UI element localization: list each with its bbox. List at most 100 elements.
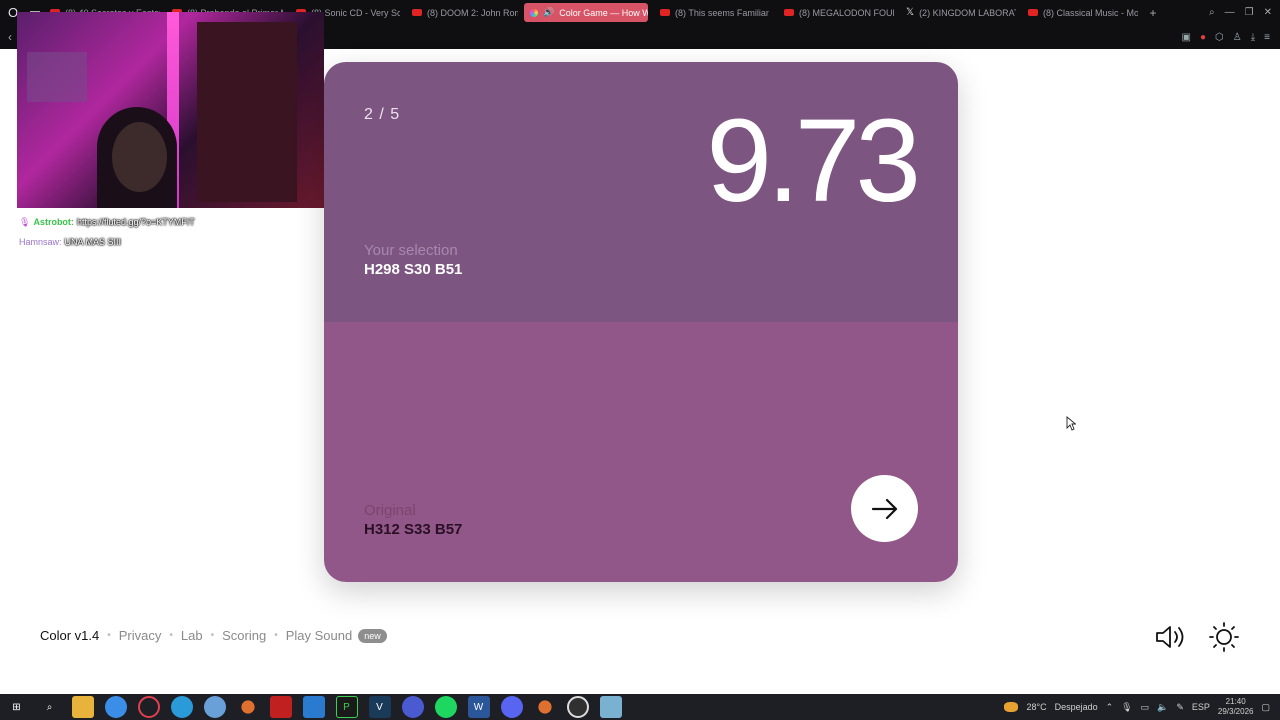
- spotify-icon[interactable]: [434, 696, 457, 718]
- pen-icon[interactable]: ✎: [1176, 702, 1184, 713]
- webcam-overlay: [17, 12, 324, 208]
- stream-chat: 🎙 Astrobot: https://fluted.gg/?o=KTYMFIT…: [19, 212, 319, 252]
- original-swatch: Original H312 S33 B57: [324, 322, 958, 582]
- tab[interactable]: (8) MEGALODON FOUND: [778, 3, 894, 22]
- separator-dot: •: [210, 630, 215, 641]
- chat-text: https://fluted.gg/?o=KTYMFIT: [76, 217, 195, 227]
- tab[interactable]: (8) This seems Familiar: [654, 3, 772, 22]
- windows-start-icon[interactable]: ⊞: [6, 696, 28, 718]
- scoring-link[interactable]: Scoring: [222, 628, 266, 643]
- lab-link[interactable]: Lab: [181, 628, 203, 643]
- windows-taskbar: ⊞ ⌕ P V W 28°C Despejado ⌃ 🎙 ▭ 🔈 ✎ ESP 2…: [0, 694, 1280, 720]
- pycharm-icon[interactable]: P: [335, 696, 358, 718]
- score: 9.73: [706, 95, 921, 227]
- weather-text: Despejado: [1054, 702, 1098, 712]
- language-indicator[interactable]: ESP: [1192, 702, 1210, 712]
- chevron-up-icon[interactable]: ⌃: [1106, 702, 1114, 713]
- monitor-icon[interactable]: ▭: [1141, 702, 1150, 713]
- chat-username: Hamnsaw:: [19, 237, 62, 247]
- tab-active[interactable]: 🔊 Color Game — How W: [524, 3, 648, 22]
- x-icon: 𝕏: [906, 7, 915, 18]
- selection-value: H298 S30 B51: [364, 261, 463, 278]
- extension-icon[interactable]: ⬡: [1215, 32, 1224, 43]
- back-icon[interactable]: ‹: [8, 30, 12, 44]
- minimize-icon[interactable]: —: [1225, 7, 1235, 18]
- app-icon[interactable]: [599, 696, 622, 718]
- mouse-cursor-icon: [1066, 416, 1076, 431]
- system-tray: 28°C Despejado ⌃ 🎙 ▭ 🔈 ✎ ESP 21:40 29/3/…: [1004, 697, 1280, 717]
- separator-dot: •: [107, 630, 111, 641]
- app-icon[interactable]: [401, 696, 424, 718]
- streamer-silhouette: [112, 122, 167, 192]
- new-tab-icon[interactable]: +: [1144, 6, 1162, 20]
- arrow-right-icon: [871, 498, 897, 519]
- next-button[interactable]: [851, 475, 918, 542]
- clock-time: 21:40: [1225, 697, 1246, 706]
- webcam-background: [27, 52, 87, 102]
- speaker-icon: 🔊: [543, 7, 555, 17]
- chat-text: UNA MAS SIII: [64, 237, 122, 247]
- profile-icon[interactable]: ♙: [1233, 32, 1242, 43]
- speaker-icon: [1156, 626, 1184, 648]
- word-icon[interactable]: W: [467, 696, 490, 718]
- round-counter: 2 / 5: [364, 106, 401, 123]
- webcam-background: [197, 22, 297, 202]
- clock-date: 29/3/2026: [1217, 707, 1254, 716]
- selection-label: Your selection: [364, 242, 458, 259]
- photos-icon[interactable]: [302, 696, 325, 718]
- search-icon[interactable]: ⌕: [39, 696, 61, 718]
- download-icon[interactable]: ⤓: [1251, 32, 1255, 43]
- opera-gx-icon[interactable]: [137, 696, 160, 718]
- search-icon[interactable]: ⌕: [1209, 7, 1215, 18]
- tab-label: (8) DOOM 2: John Romer: [427, 7, 518, 18]
- privacy-link[interactable]: Privacy: [119, 628, 162, 643]
- tab-label: (8) MEGALODON FOUND: [799, 7, 894, 18]
- chat-username: Astrobot:: [33, 217, 74, 227]
- edge-icon[interactable]: [170, 696, 193, 718]
- volume-icon[interactable]: 🔈: [1157, 702, 1168, 713]
- window-controls: ⌕ — ❐ ✕: [1209, 7, 1280, 18]
- translate-icon[interactable]: ▣: [1182, 32, 1191, 43]
- separator-dot: •: [169, 630, 173, 641]
- weather-temp: 28°C: [1026, 702, 1047, 712]
- obs-icon[interactable]: [566, 696, 589, 718]
- clock[interactable]: 21:40 29/3/2026: [1218, 697, 1254, 717]
- tab-label: (8) Classical Music - Mo: [1043, 7, 1138, 18]
- screen: O ▭ (8) 40 Secretos y Easter (8) Proband…: [0, 0, 1280, 720]
- app-icon[interactable]: [240, 700, 255, 714]
- app-icon[interactable]: [203, 696, 226, 718]
- theme-toggle-button[interactable]: [1207, 620, 1241, 654]
- tab-label: Color Game — How W: [559, 7, 648, 18]
- mic-icon[interactable]: 🎙: [1121, 702, 1132, 713]
- sun-icon: [1209, 622, 1239, 652]
- chat-message: 🎙 Astrobot: https://fluted.gg/?o=KTYMFIT: [19, 212, 319, 232]
- lastpass-icon[interactable]: ●: [1200, 32, 1206, 43]
- sound-toggle-button[interactable]: [1153, 621, 1187, 653]
- file-explorer-icon[interactable]: [71, 696, 94, 718]
- chrome-icon[interactable]: [104, 696, 127, 718]
- discord-icon[interactable]: [500, 696, 523, 718]
- tab[interactable]: (8) DOOM 2: John Romer: [406, 3, 518, 22]
- footer: Color v1.4 • Privacy • Lab • Scoring • P…: [40, 628, 387, 643]
- youtube-icon: [1028, 9, 1038, 16]
- app-icon[interactable]: [537, 700, 552, 714]
- version-label: Color v1.4: [40, 628, 100, 643]
- weather-icon: [1004, 702, 1019, 712]
- original-label: Original: [364, 502, 416, 519]
- original-value: H312 S33 B57: [364, 521, 463, 538]
- restore-icon[interactable]: ❐: [1245, 7, 1254, 18]
- youtube-icon: [412, 9, 422, 16]
- video-editor-icon[interactable]: [269, 696, 292, 718]
- menu-icon[interactable]: ≡: [1264, 32, 1270, 43]
- youtube-icon: [660, 9, 670, 16]
- tab-label: (8) This seems Familiar: [675, 7, 769, 18]
- v-app-icon[interactable]: V: [368, 696, 391, 718]
- separator-dot: •: [274, 630, 278, 641]
- close-icon[interactable]: ✕: [1264, 7, 1272, 18]
- tab[interactable]: (8) Classical Music - Mo: [1022, 3, 1138, 22]
- new-badge: new: [358, 628, 387, 643]
- tab-label: (2) KINGDOM LABORATO: [919, 7, 1016, 18]
- play-sound-link[interactable]: Play Sound: [286, 628, 353, 643]
- notification-icon[interactable]: ▢: [1261, 702, 1270, 713]
- tab[interactable]: 𝕏 (2) KINGDOM LABORATO: [900, 3, 1016, 22]
